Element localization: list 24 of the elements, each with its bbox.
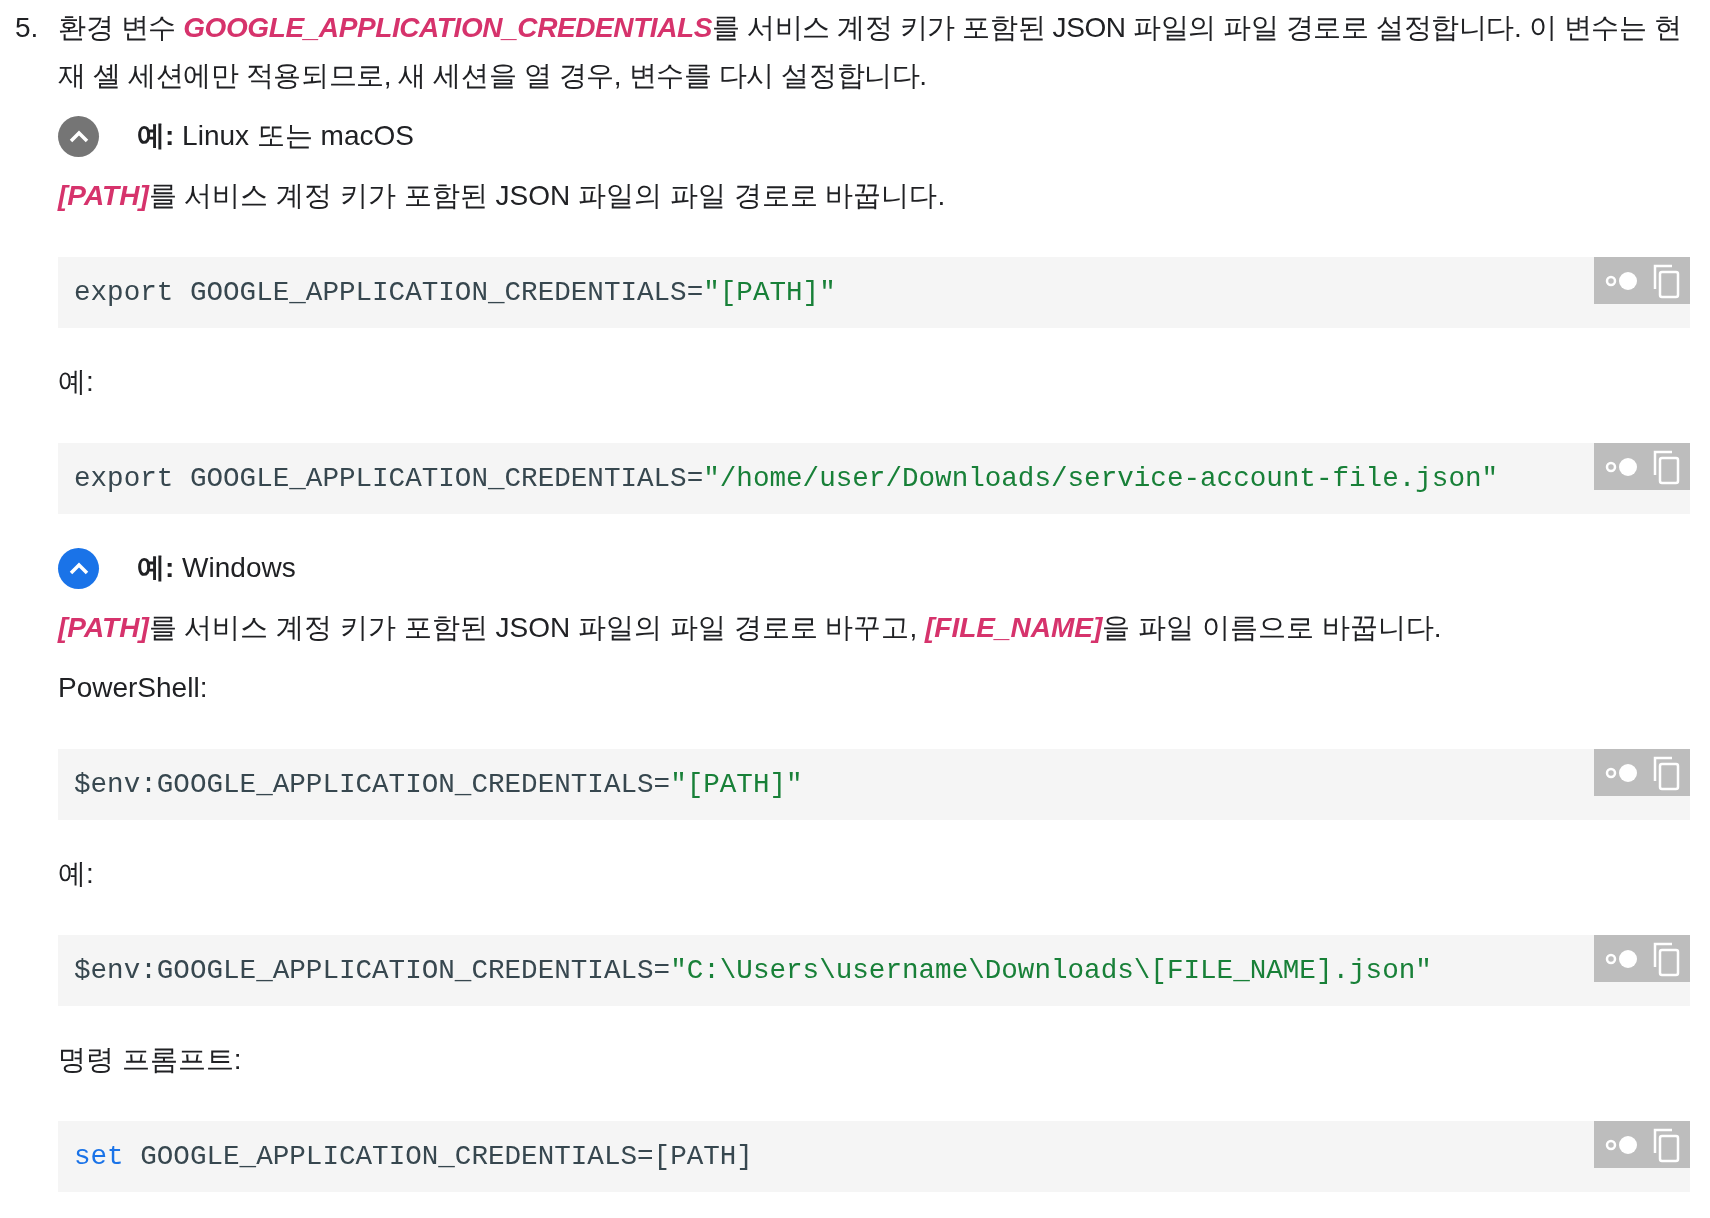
chevron-up-icon	[67, 129, 90, 143]
section-label: 예: Linux 또는 macOS	[137, 119, 414, 153]
dark-theme-toggle-button[interactable]	[1603, 1133, 1640, 1156]
chevron-up-icon	[67, 561, 90, 575]
step-text: 환경 변수 GOOGLE_APPLICATION_CREDENTIALS를 서비스 계정 키가 포함된 JSON 파일의 파일 경로로 설정합니다. 이 변수는 현재 셸 세션에만 적용되므로, 새 세션을 열 경우, 변수를 다시 설정합니다.	[58, 11, 1683, 93]
expand-toggle-button[interactable]	[58, 547, 99, 589]
dark-theme-toggle-button[interactable]	[1603, 947, 1640, 970]
dark-theme-toggle-button[interactable]	[1603, 761, 1640, 784]
code-line: export GOOGLE_APPLICATION_CREDENTIALS="/home/user/Downloads/service-account-file.json"	[74, 462, 1499, 496]
paragraph: PowerShell:	[58, 671, 209, 705]
paragraph: [PATH]를 서비스 계정 키가 포함된 JSON 파일의 파일 경로로 바꾸고, [FILE_NAME]을 파일 이름으로 바꿉니다.	[58, 611, 1443, 645]
dark-theme-toggle-button[interactable]	[1603, 269, 1640, 292]
paragraph: 예:	[58, 857, 95, 891]
paragraph: 명령 프롬프트:	[58, 1043, 243, 1077]
step-number: 5.	[15, 11, 40, 45]
expand-toggle-button[interactable]	[58, 115, 99, 157]
code-line: export GOOGLE_APPLICATION_CREDENTIALS="[PATH]"	[74, 276, 836, 310]
section-label: 예: Windows	[137, 551, 296, 585]
code-line: $env:GOOGLE_APPLICATION_CREDENTIALS="[PATH]"	[74, 768, 803, 802]
paragraph: 예:	[58, 365, 95, 399]
paragraph: [PATH]를 서비스 계정 키가 포함된 JSON 파일의 파일 경로로 바꿉니다.	[58, 179, 947, 213]
code-line: $env:GOOGLE_APPLICATION_CREDENTIALS="C:\Users\username\Downloads\[FILE_NAME].json"	[74, 954, 1432, 988]
dark-theme-toggle-button[interactable]	[1603, 455, 1640, 478]
code-line: set GOOGLE_APPLICATION_CREDENTIALS=[PATH]	[74, 1140, 753, 1174]
